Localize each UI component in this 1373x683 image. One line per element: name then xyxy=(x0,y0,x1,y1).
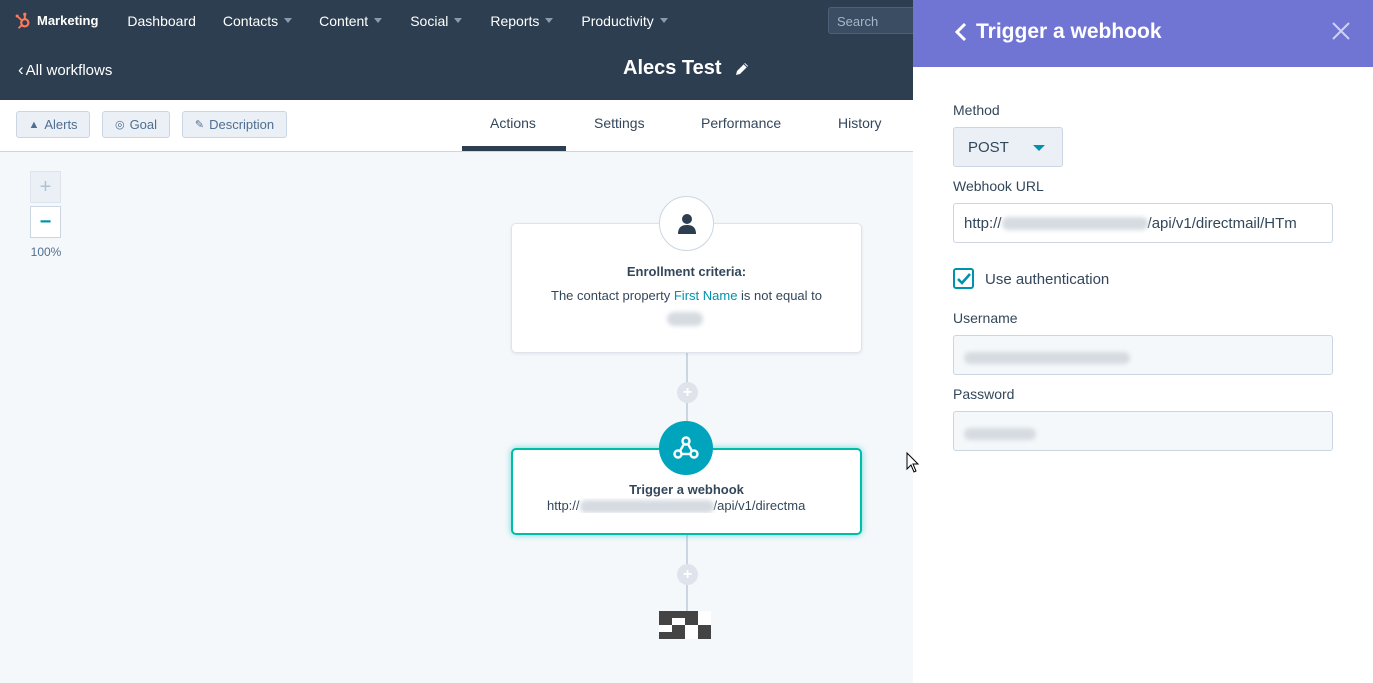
webhook-action-url: http:// /api/v1/directma xyxy=(547,498,829,514)
password-label: Password xyxy=(953,386,1015,402)
nav-reports[interactable]: Reports xyxy=(490,12,554,29)
workflow-title-text: Alecs Test xyxy=(623,57,722,79)
caret-down-icon xyxy=(1033,145,1045,151)
workflow-title: Alecs Test xyxy=(623,57,750,80)
panel-header: Trigger a webhook xyxy=(913,0,1373,67)
panel-back-button[interactable]: Trigger a webhook xyxy=(955,20,1162,44)
redacted-value xyxy=(667,312,703,326)
password-input[interactable] xyxy=(953,411,1333,451)
all-workflows-label: All workflows xyxy=(25,61,113,79)
contact-person-icon xyxy=(659,196,714,251)
url-prefix: http:// xyxy=(547,498,580,513)
zoom-in-button[interactable]: + xyxy=(30,171,61,203)
enrollment-title: Enrollment criteria: xyxy=(626,264,747,279)
use-authentication-label[interactable]: Use authentication xyxy=(985,271,1109,288)
chevron-left-icon: ‹ xyxy=(18,60,24,79)
url-prefix: http:// xyxy=(964,214,1002,232)
edit-square-icon: ✎ xyxy=(194,119,205,131)
tab-performance[interactable]: Performance xyxy=(701,115,781,131)
nav-social[interactable]: Social xyxy=(410,12,463,29)
finish-flag-icon xyxy=(659,611,711,639)
redacted-host xyxy=(1001,216,1148,230)
panel-title: Trigger a webhook xyxy=(976,20,1162,43)
nav-content-label: Content xyxy=(319,12,369,29)
workflow-toolbar: ▲ Alerts ◎ Goal ✎ Description Actions Se… xyxy=(0,100,913,152)
webhook-action-title: Trigger a webhook xyxy=(629,482,744,497)
brand-label: Marketing xyxy=(37,13,99,28)
alerts-button[interactable]: ▲ Alerts xyxy=(16,111,90,138)
username-input[interactable] xyxy=(953,335,1333,375)
webhook-icon xyxy=(659,421,713,475)
method-select[interactable]: POST xyxy=(953,127,1063,167)
mouse-cursor-icon xyxy=(906,452,920,473)
description-label: Description xyxy=(209,117,275,132)
redacted-password xyxy=(964,427,1036,440)
nav-reports-label: Reports xyxy=(490,12,540,29)
caret-down-icon xyxy=(284,18,293,23)
username-label: Username xyxy=(953,310,1018,326)
tab-history[interactable]: History xyxy=(838,115,882,131)
add-action-button[interactable]: + xyxy=(677,564,698,585)
enrollment-suffix: is not equal to xyxy=(741,288,822,303)
goal-label: Goal xyxy=(129,117,158,132)
webhook-url-label: Webhook URL xyxy=(953,178,1044,194)
caret-down-icon xyxy=(374,18,383,23)
enrollment-prefix: The contact property xyxy=(551,288,671,303)
tab-settings[interactable]: Settings xyxy=(594,115,645,131)
checkmark-icon xyxy=(956,272,971,285)
target-icon: ◎ xyxy=(114,119,125,131)
pencil-edit-icon[interactable] xyxy=(734,61,750,77)
active-tab-indicator xyxy=(462,146,566,151)
workflow-header: ‹ All workflows Alecs Test xyxy=(0,41,913,100)
add-action-button[interactable]: + xyxy=(677,382,698,403)
nav-productivity[interactable]: Productivity xyxy=(581,12,668,29)
warning-icon: ▲ xyxy=(28,118,40,131)
webhook-panel: Trigger a webhook Method POST Webhook UR… xyxy=(913,0,1373,683)
url-suffix: /api/v1/directma xyxy=(713,498,806,513)
hubspot-sprocket-icon xyxy=(15,12,30,29)
alerts-label: Alerts xyxy=(44,117,78,132)
nav-content[interactable]: Content xyxy=(319,12,383,29)
nav-contacts-label: Contacts xyxy=(222,12,279,29)
description-button[interactable]: ✎ Description xyxy=(182,111,287,138)
search-placeholder: Search xyxy=(837,14,879,29)
nav-dashboard-label: Dashboard xyxy=(127,12,196,29)
redacted-host xyxy=(579,500,714,514)
nav-social-label: Social xyxy=(410,12,449,29)
zoom-level: 100% xyxy=(30,245,62,259)
use-authentication-checkbox[interactable] xyxy=(953,268,974,289)
caret-down-icon xyxy=(659,18,668,23)
hubspot-brand[interactable]: Marketing xyxy=(14,12,98,30)
nav-productivity-label: Productivity xyxy=(581,12,654,29)
zoom-out-button[interactable]: − xyxy=(30,206,61,238)
nav-contacts[interactable]: Contacts xyxy=(222,12,293,29)
caret-down-icon xyxy=(454,18,463,23)
goal-button[interactable]: ◎ Goal xyxy=(102,111,170,138)
nav-dashboard[interactable]: Dashboard xyxy=(127,13,196,29)
redacted-username xyxy=(964,351,1130,364)
url-suffix: /api/v1/directmail/HTm xyxy=(1147,214,1297,232)
method-label: Method xyxy=(953,102,1000,118)
close-icon[interactable] xyxy=(1331,21,1351,41)
all-workflows-link[interactable]: ‹ All workflows xyxy=(18,60,112,80)
enrollment-property-link[interactable]: First Name xyxy=(674,288,738,303)
caret-down-icon xyxy=(545,18,554,23)
tab-actions[interactable]: Actions xyxy=(490,115,536,131)
chevron-left-icon xyxy=(955,22,967,42)
webhook-url-input[interactable]: http:// /api/v1/directmail/HTm xyxy=(953,203,1333,243)
method-value: POST xyxy=(968,138,1009,156)
enrollment-description: The contact property First Name is not e… xyxy=(512,288,861,303)
